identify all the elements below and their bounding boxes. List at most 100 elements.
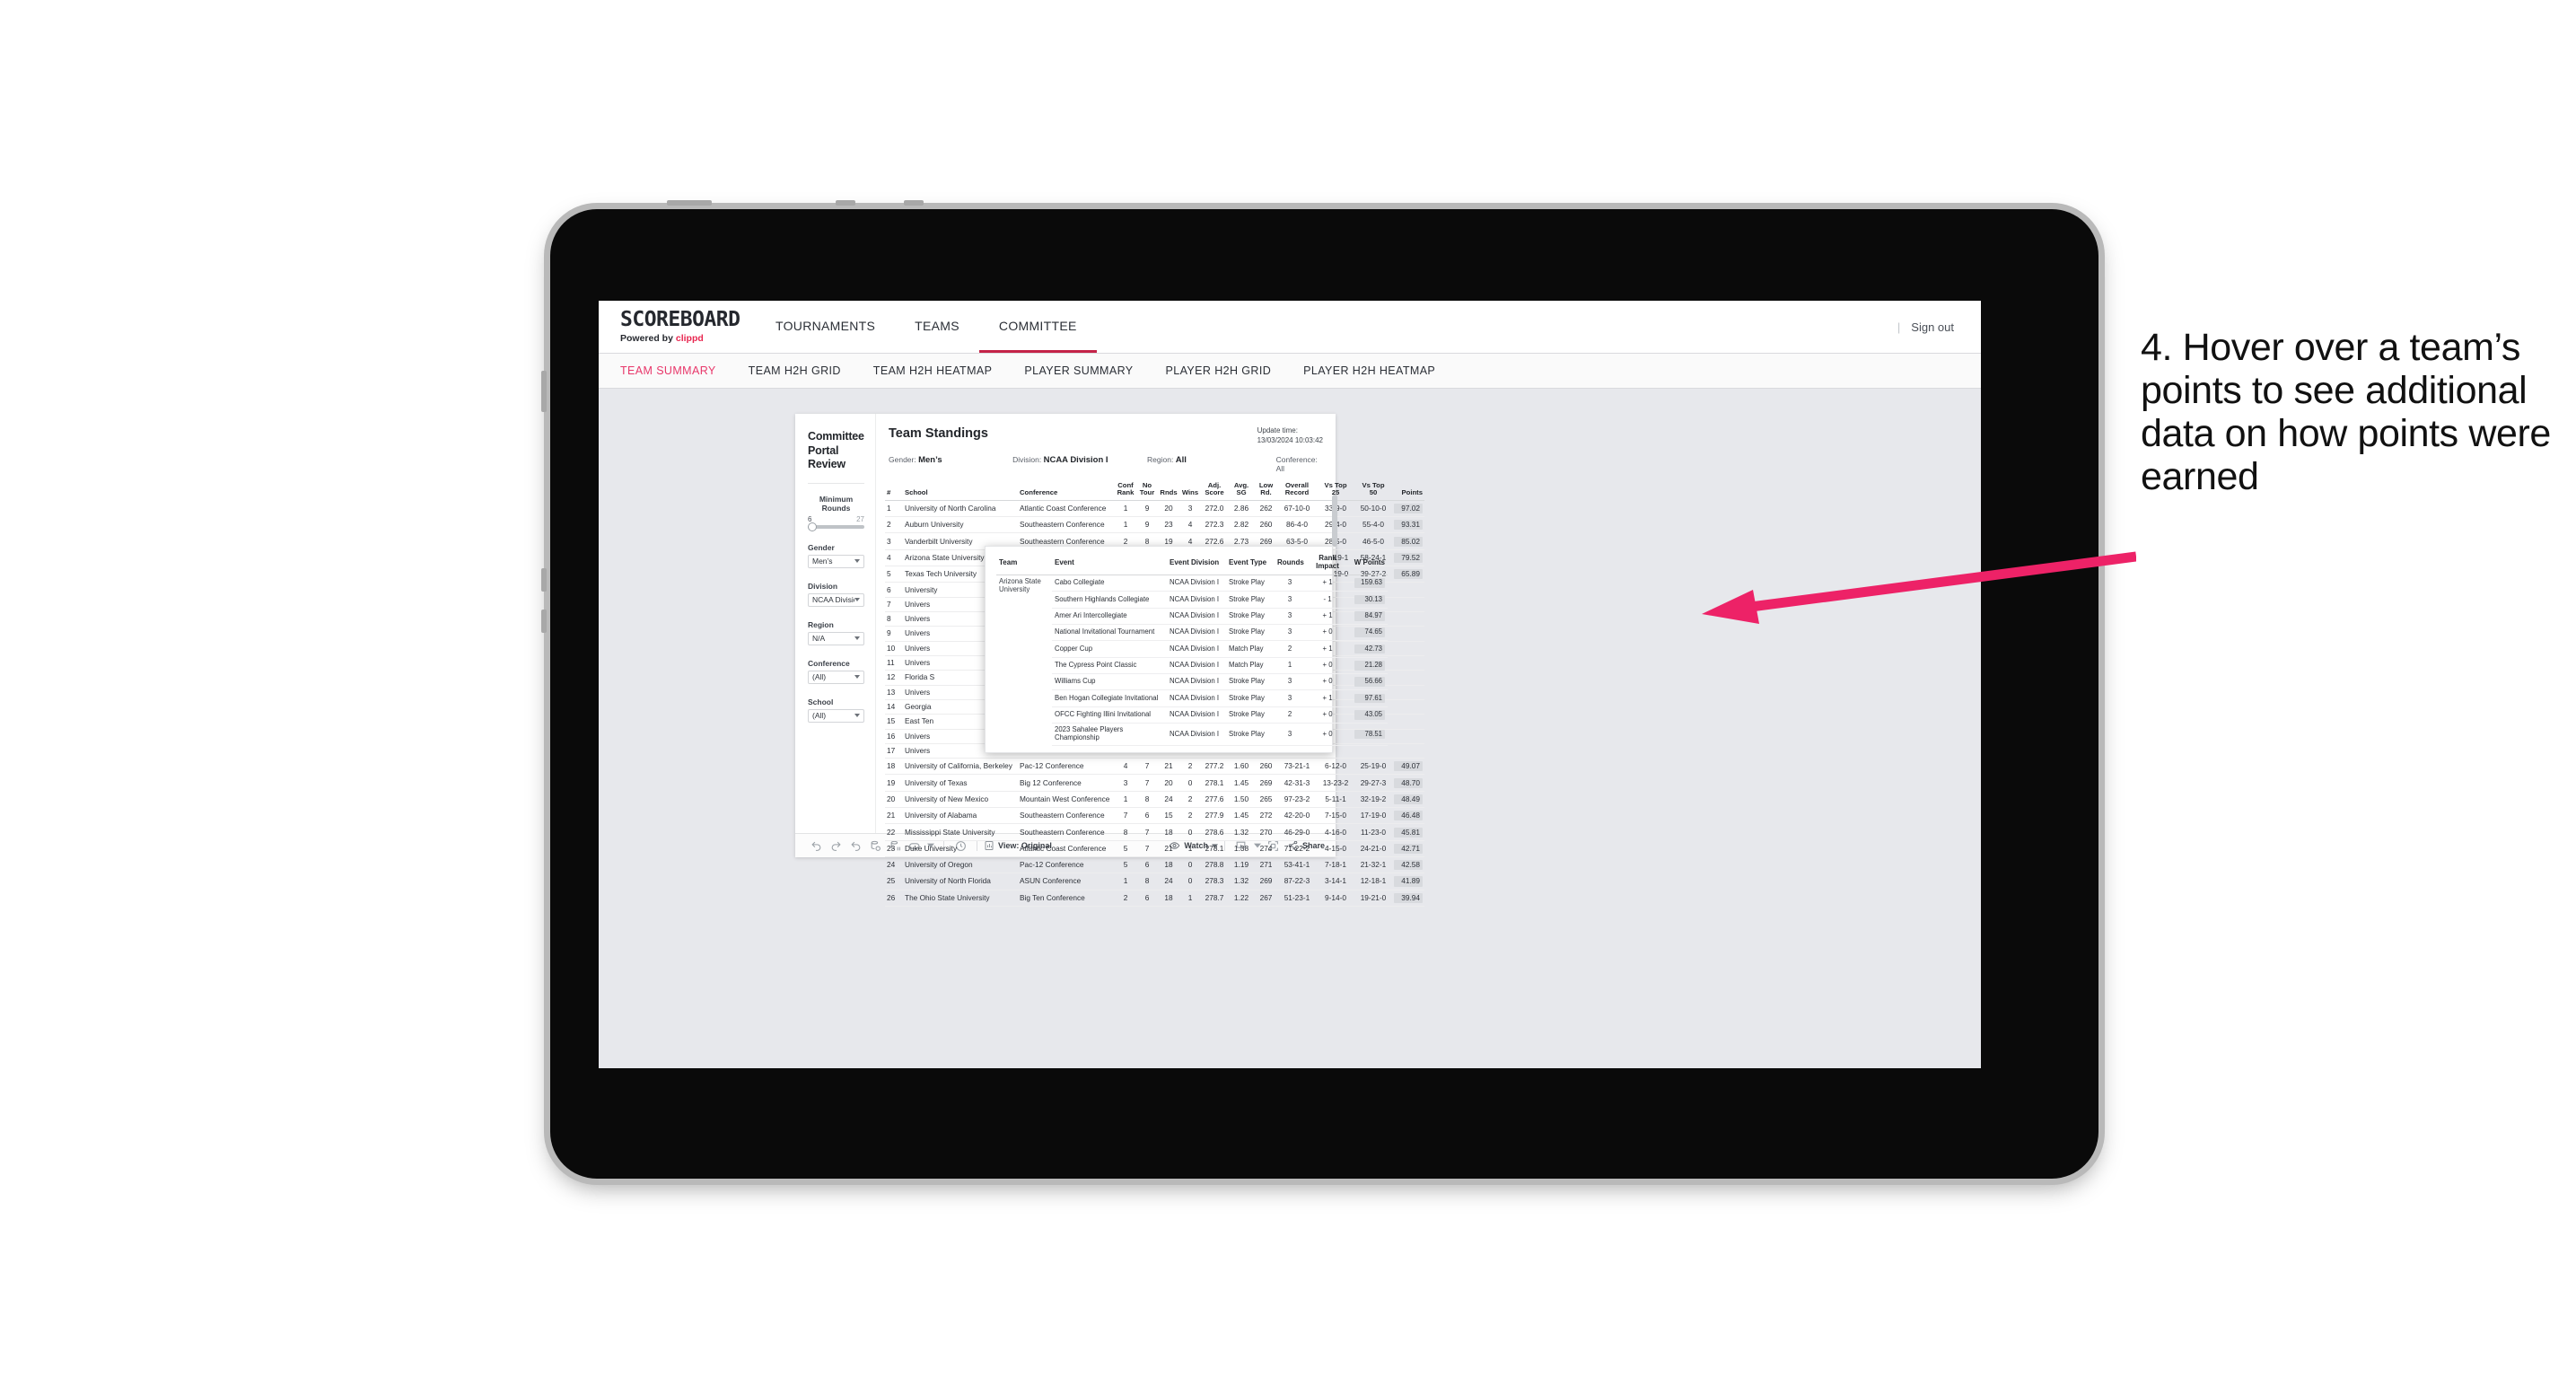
nav-teams[interactable]: TEAMS [895,301,979,353]
cell-rnds: 15 [1158,807,1179,825]
sign-out-link[interactable]: Sign out [1911,320,1954,334]
cell-points[interactable] [1392,582,1424,598]
subnav-team-h2h-heatmap[interactable]: TEAM H2H HEATMAP [873,364,1012,377]
cell-points[interactable]: 49.07 [1392,758,1424,776]
cell-notour: 9 [1136,516,1158,534]
cell-points[interactable] [1392,685,1424,700]
tooltip-cell-impact: + 0 [1305,657,1350,675]
table-row[interactable]: 23 Duke University Atlantic Coast Conferen… [885,840,1424,858]
points-value[interactable]: 79.52 [1394,552,1423,563]
column-header-record[interactable]: Overall Record [1277,481,1317,501]
filter-divider [808,482,864,484]
cell-points[interactable]: 97.02 [1392,500,1424,518]
column-header-notour[interactable]: No Tour [1136,481,1158,501]
cell-points[interactable]: 79.52 [1392,549,1424,567]
table-row[interactable]: 26 The Ohio State University Big Ten Confe… [885,890,1424,907]
nav-committee[interactable]: COMMITTEE [978,301,1097,353]
table-row[interactable]: 25 University of North Florida ASUN Confer… [885,873,1424,890]
undo-icon[interactable] [806,838,826,853]
column-header-num[interactable]: # [885,481,903,501]
cell-points[interactable]: 65.89 [1392,566,1424,583]
division-filter-select[interactable]: NCAA Division I [808,592,864,607]
cell-points[interactable] [1392,670,1424,686]
points-value[interactable]: 48.70 [1394,777,1423,788]
points-value[interactable]: 45.81 [1394,827,1423,838]
cell-lowrd: 270 [1255,823,1277,841]
points-value[interactable]: 42.58 [1394,860,1423,871]
cell-points[interactable]: 46.48 [1392,807,1424,825]
column-header-vstop50[interactable]: Vs Top 50 [1354,481,1392,501]
points-value[interactable]: 48.49 [1394,794,1423,804]
column-header-rnds[interactable]: Rnds [1158,481,1179,501]
cell-confrank: 1 [1115,516,1136,534]
table-row[interactable]: 22 Mississippi State University Southeaste… [885,823,1424,841]
subnav-player-h2h-heatmap[interactable]: PLAYER H2H HEATMAP [1303,364,1455,377]
column-header-avgsg[interactable]: Avg. SG [1228,481,1255,501]
cell-points[interactable]: 41.89 [1392,873,1424,890]
cell-points[interactable] [1392,626,1424,642]
cell-points[interactable]: 48.49 [1392,791,1424,809]
cell-avgsg: 1.32 [1228,823,1255,841]
cell-points[interactable]: 45.81 [1392,823,1424,841]
column-header-points[interactable]: Points [1392,481,1424,501]
app-header: SCOREBOARD Powered by clippd TOURNAMENTS… [599,301,1981,353]
table-row[interactable]: 2 Auburn University Southeastern Conferenc… [885,516,1424,534]
cell-points[interactable]: 42.58 [1392,856,1424,874]
subnav-player-summary[interactable]: PLAYER SUMMARY [1024,364,1152,377]
device-button-side-1 [541,371,547,412]
points-value[interactable]: 39.94 [1394,892,1423,903]
region-filter-select[interactable]: N/A [808,631,864,645]
cell-num: 2 [885,516,903,534]
cell-record: 73-21-1 [1277,758,1317,776]
cell-points[interactable] [1392,655,1424,671]
cell-notour: 6 [1136,807,1158,825]
points-value[interactable]: 93.31 [1394,520,1423,531]
conference-filter-select[interactable]: (All) [808,670,864,684]
column-header-conf[interactable]: Conference [1018,481,1115,501]
table-row[interactable]: 18 University of California, Berkeley Pac-… [885,758,1424,776]
cell-points[interactable] [1392,699,1424,715]
column-header-wins[interactable]: Wins [1179,481,1201,501]
tooltip-cell-wpoints: 159.63 [1350,575,1388,592]
table-row[interactable]: 24 University of Oregon Pac-12 Conference 5… [885,856,1424,874]
nav-tournaments[interactable]: TOURNAMENTS [756,301,895,353]
cell-points[interactable]: 42.71 [1392,840,1424,858]
column-header-adjscore[interactable]: Adj. Score [1201,481,1228,501]
cell-points[interactable]: 93.31 [1392,516,1424,534]
cell-points[interactable]: 39.94 [1392,890,1424,907]
subnav-team-h2h-grid[interactable]: TEAM H2H GRID [749,364,861,377]
brand-logo[interactable]: SCOREBOARD Powered by clippd [599,301,756,353]
redo-icon[interactable] [826,838,846,853]
cell-points[interactable] [1392,714,1424,730]
cell-points[interactable] [1392,743,1424,759]
cell-points[interactable]: 85.02 [1392,532,1424,550]
table-row[interactable]: 21 University of Alabama Southeastern Conf… [885,807,1424,825]
cell-points[interactable] [1392,641,1424,656]
points-value[interactable]: 42.71 [1394,843,1423,854]
subnav-team-summary[interactable]: TEAM SUMMARY [620,364,736,377]
points-value[interactable]: 97.02 [1394,503,1423,514]
minimum-rounds-slider[interactable] [808,522,864,531]
cell-points[interactable] [1392,729,1424,744]
school-filter-select[interactable]: (All) [808,708,864,723]
points-value[interactable]: 41.89 [1394,876,1423,887]
column-header-lowrd[interactable]: Low Rd. [1255,481,1277,501]
table-row[interactable]: 20 University of New Mexico Mountain West … [885,791,1424,809]
update-time-value: 13/03/2024 10:03:42 [1257,435,1323,444]
points-value[interactable]: 85.02 [1394,536,1423,547]
points-value[interactable]: 46.48 [1394,811,1423,821]
cell-points[interactable]: 48.70 [1392,774,1424,792]
column-header-school[interactable]: School [903,481,1018,501]
subnav-player-h2h-grid[interactable]: PLAYER H2H GRID [1166,364,1292,377]
column-header-confrank[interactable]: Conf Rank [1115,481,1136,501]
points-value[interactable]: 65.89 [1394,569,1423,580]
table-row[interactable]: 1 University of North Carolina Atlantic Co… [885,500,1424,518]
cell-points[interactable] [1392,611,1424,627]
cell-points[interactable] [1392,597,1424,613]
table-scrollbar[interactable] [1332,494,1337,547]
revert-icon[interactable] [846,838,865,853]
slider-handle[interactable] [808,522,817,531]
points-value[interactable]: 49.07 [1394,761,1423,772]
table-row[interactable]: 19 University of Texas Big 12 Conference 3 7… [885,774,1424,792]
gender-filter-select[interactable]: Men’s [808,554,864,568]
